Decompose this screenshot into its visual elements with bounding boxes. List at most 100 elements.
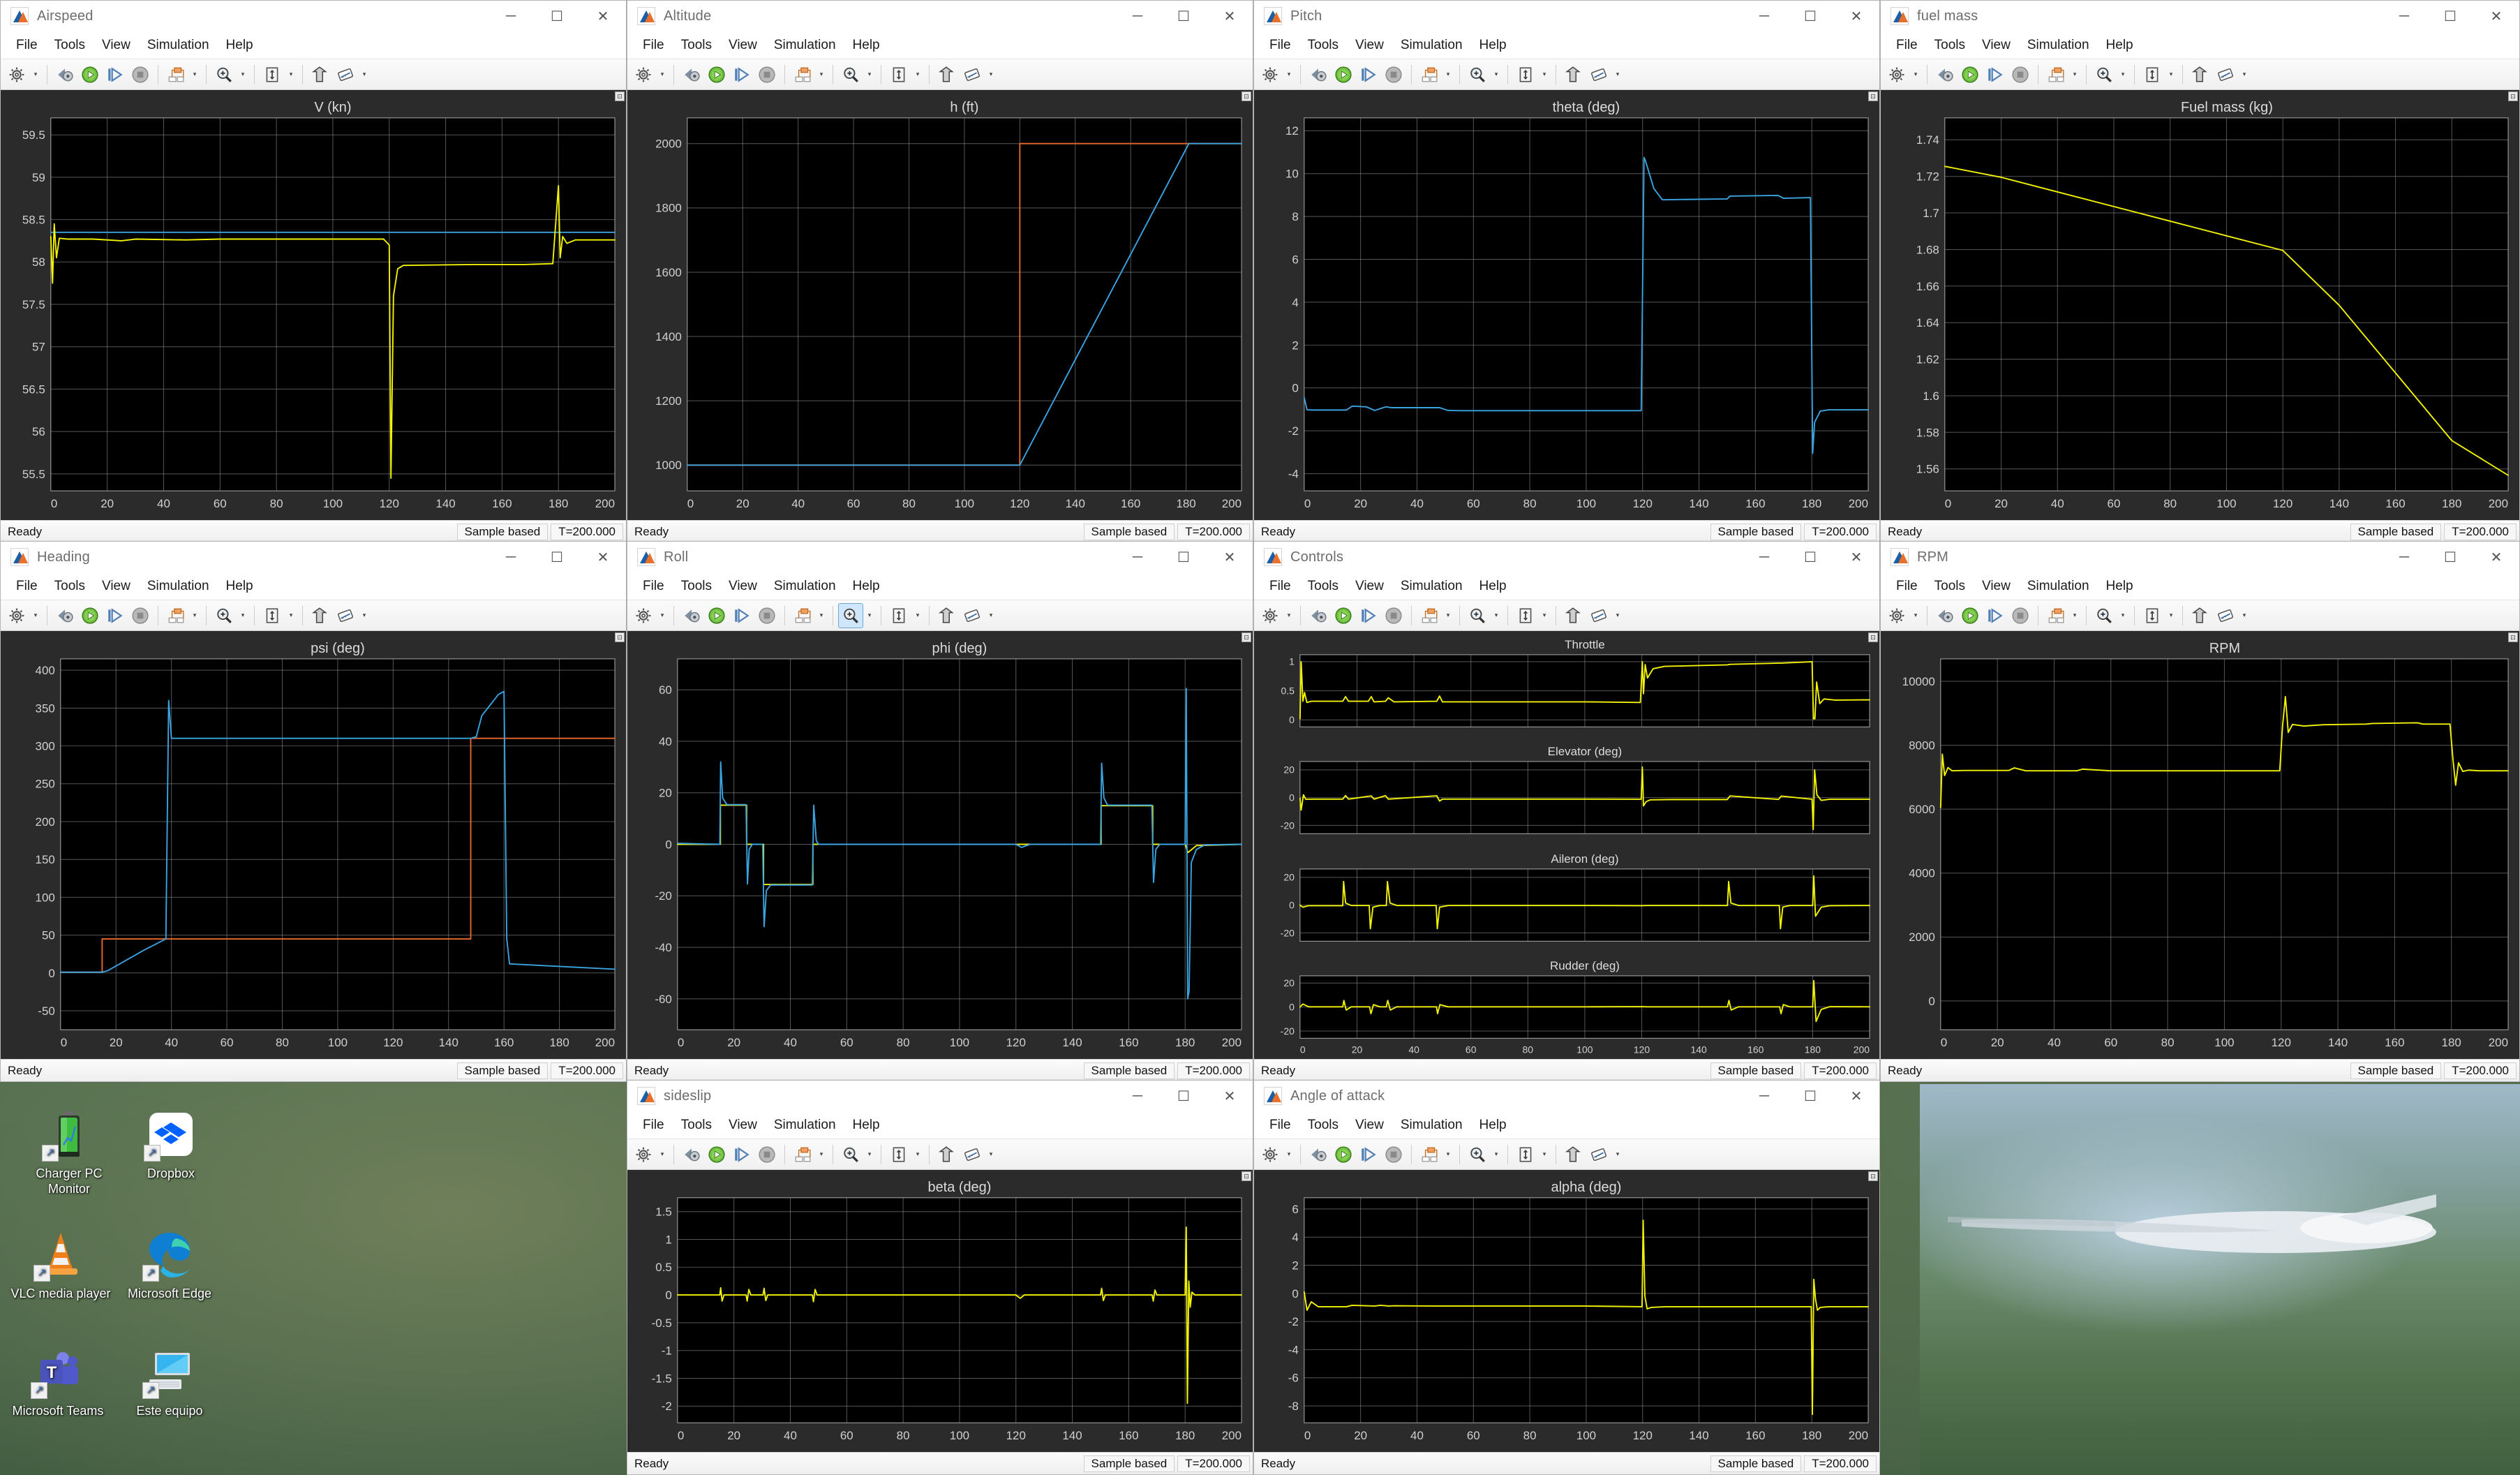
scope-window-airspeed[interactable]: Airspeed ─ ☐ ✕ File Tools View Simulation He… <box>0 0 627 543</box>
window-titlebar[interactable]: Airspeed ─ ☐ ✕ <box>1 1 626 31</box>
cursor-measurement-icon[interactable] <box>308 63 332 87</box>
scope-window-pitch[interactable]: Pitch ─ ☐ ✕ File Tools View Simulation Help … <box>1253 0 1880 543</box>
menu-item-view[interactable]: View <box>94 31 139 59</box>
window-titlebar[interactable]: Roll ─ ☐ ✕ <box>627 542 1253 572</box>
menu-item-help[interactable]: Help <box>844 31 888 59</box>
run-icon[interactable] <box>1958 63 1982 87</box>
menu-item-file[interactable]: File <box>634 1111 673 1139</box>
measurement-icon[interactable] <box>2214 63 2237 87</box>
signal-selection-icon[interactable] <box>164 604 188 628</box>
measurement-icon[interactable] <box>1587 1143 1611 1166</box>
minimize-button[interactable]: ─ <box>488 1 534 31</box>
stop-icon[interactable] <box>2008 63 2032 87</box>
zoom-caret[interactable]: ▾ <box>1491 63 1502 87</box>
plot-area[interactable]: -60 -40 -20 0 20 40 60 0 20 40 60 80 100 120 140 160 180… <box>627 631 1253 1059</box>
plot-area[interactable]: 0 2000 4000 6000 8000 10000 0 20 40 60 80 100 120 140… <box>1881 631 2519 1059</box>
measurement-caret[interactable]: ▾ <box>2239 604 2250 628</box>
autoscale-icon[interactable] <box>887 604 911 628</box>
autoscale-caret[interactable]: ▾ <box>285 604 297 628</box>
desktop-icon-microsoft-teams[interactable]: T ↗ Microsoft Teams <box>6 1346 110 1418</box>
window-titlebar[interactable]: Angle of attack ─ ☐ ✕ <box>1254 1081 1879 1111</box>
autoscale-icon[interactable] <box>887 1143 911 1166</box>
autoscale-caret[interactable]: ▾ <box>1539 63 1550 87</box>
menu-item-tools[interactable]: Tools <box>1926 31 1974 59</box>
menu-item-simulation[interactable]: Simulation <box>766 1111 844 1139</box>
measurement-icon[interactable] <box>960 604 984 628</box>
measurement-icon[interactable] <box>960 63 984 87</box>
menu-item-tools[interactable]: Tools <box>46 572 94 600</box>
plot-corner-button[interactable]: ⊡ <box>615 91 625 101</box>
measurement-caret[interactable]: ▾ <box>1612 63 1623 87</box>
signal-selection-caret[interactable]: ▾ <box>816 63 827 87</box>
configuration-gear-icon[interactable] <box>5 63 29 87</box>
run-back-to-start-icon[interactable] <box>680 63 703 87</box>
autoscale-caret[interactable]: ▾ <box>912 63 923 87</box>
menu-item-file[interactable]: File <box>634 31 673 59</box>
plot-corner-button[interactable]: ⊡ <box>1242 1171 1251 1181</box>
minimize-button[interactable]: ─ <box>1741 1 1787 31</box>
run-back-to-start-icon[interactable] <box>1933 63 1957 87</box>
zoom-in-icon[interactable] <box>2092 63 2116 87</box>
close-button[interactable]: ✕ <box>580 542 626 572</box>
menu-item-view[interactable]: View <box>1974 572 2019 600</box>
signal-selection-caret[interactable]: ▾ <box>2069 604 2080 628</box>
run-icon[interactable] <box>1958 604 1982 628</box>
menu-item-help[interactable]: Help <box>1471 572 1515 600</box>
autoscale-icon[interactable] <box>2140 63 2164 87</box>
maximize-button[interactable]: ☐ <box>1161 1 1207 31</box>
run-icon[interactable] <box>78 63 102 87</box>
configuration-dropdown-caret[interactable]: ▾ <box>30 63 41 87</box>
minimize-button[interactable]: ─ <box>2381 1 2427 31</box>
signal-selection-icon[interactable] <box>2044 63 2068 87</box>
menu-item-help[interactable]: Help <box>844 572 888 600</box>
menu-item-simulation[interactable]: Simulation <box>139 572 218 600</box>
menu-item-help[interactable]: Help <box>218 31 262 59</box>
plot-area[interactable]: -4 -2 0 2 4 6 8 10 12 0 20 40 60 80 100 120 140 160 180 200… <box>1254 90 1879 520</box>
zoom-in-icon[interactable] <box>1466 63 1489 87</box>
run-icon[interactable] <box>1332 1143 1355 1166</box>
autoscale-caret[interactable]: ▾ <box>2165 604 2177 628</box>
subplot-0[interactable]: 0 0.5 1 Throttle <box>1254 631 1879 739</box>
configuration-gear-icon[interactable] <box>1258 604 1282 628</box>
maximize-button[interactable]: ☐ <box>2427 1 2473 31</box>
menu-item-simulation[interactable]: Simulation <box>1392 1111 1471 1139</box>
plot-corner-button[interactable]: ⊡ <box>1868 91 1878 101</box>
autoscale-icon[interactable] <box>260 63 284 87</box>
run-back-to-start-icon[interactable] <box>1306 604 1330 628</box>
signal-selection-caret[interactable]: ▾ <box>1442 1143 1454 1166</box>
run-back-to-start-icon[interactable] <box>680 604 703 628</box>
plot-corner-button[interactable]: ⊡ <box>1242 91 1251 101</box>
window-titlebar[interactable]: sideslip ─ ☐ ✕ <box>627 1081 1253 1111</box>
run-back-to-start-icon[interactable] <box>53 604 77 628</box>
menu-item-tools[interactable]: Tools <box>673 31 720 59</box>
menu-item-file[interactable]: File <box>1888 31 1926 59</box>
signal-selection-icon[interactable] <box>1417 604 1441 628</box>
configuration-gear-icon[interactable] <box>632 63 655 87</box>
close-button[interactable]: ✕ <box>1207 542 1253 572</box>
menu-item-view[interactable]: View <box>94 572 139 600</box>
zoom-caret[interactable]: ▾ <box>237 604 248 628</box>
zoom-in-icon[interactable] <box>2092 604 2116 628</box>
menu-item-file[interactable]: File <box>634 572 673 600</box>
minimize-button[interactable]: ─ <box>1741 1081 1787 1111</box>
configuration-gear-icon[interactable] <box>1258 63 1282 87</box>
configuration-dropdown-caret[interactable]: ▾ <box>657 1143 668 1166</box>
measurement-icon[interactable] <box>334 63 357 87</box>
menu-item-file[interactable]: File <box>8 31 46 59</box>
cursor-measurement-icon[interactable] <box>1562 1143 1586 1166</box>
run-icon[interactable] <box>705 604 729 628</box>
zoom-caret[interactable]: ▾ <box>1491 1143 1502 1166</box>
configuration-dropdown-caret[interactable]: ▾ <box>30 604 41 628</box>
stop-icon[interactable] <box>755 604 779 628</box>
stop-icon[interactable] <box>1382 604 1406 628</box>
run-icon[interactable] <box>1332 63 1355 87</box>
menu-item-simulation[interactable]: Simulation <box>1392 572 1471 600</box>
window-titlebar[interactable]: Controls ─ ☐ ✕ <box>1254 542 1879 572</box>
plot-area[interactable]: 0 0.5 1 Throttle -20 0 20 Elevator (deg) -20 0 20 A… <box>1254 631 1879 1059</box>
signal-selection-caret[interactable]: ▾ <box>189 604 200 628</box>
autoscale-caret[interactable]: ▾ <box>2165 63 2177 87</box>
run-back-to-start-icon[interactable] <box>53 63 77 87</box>
autoscale-caret[interactable]: ▾ <box>912 1143 923 1166</box>
subplot-3[interactable]: -20 0 20 0 20 40 60 80 100 120 140 160 180 200 Rudder … <box>1254 951 1879 1059</box>
scope-window-heading[interactable]: Heading ─ ☐ ✕ File Tools View Simulation Hel… <box>0 541 627 1082</box>
